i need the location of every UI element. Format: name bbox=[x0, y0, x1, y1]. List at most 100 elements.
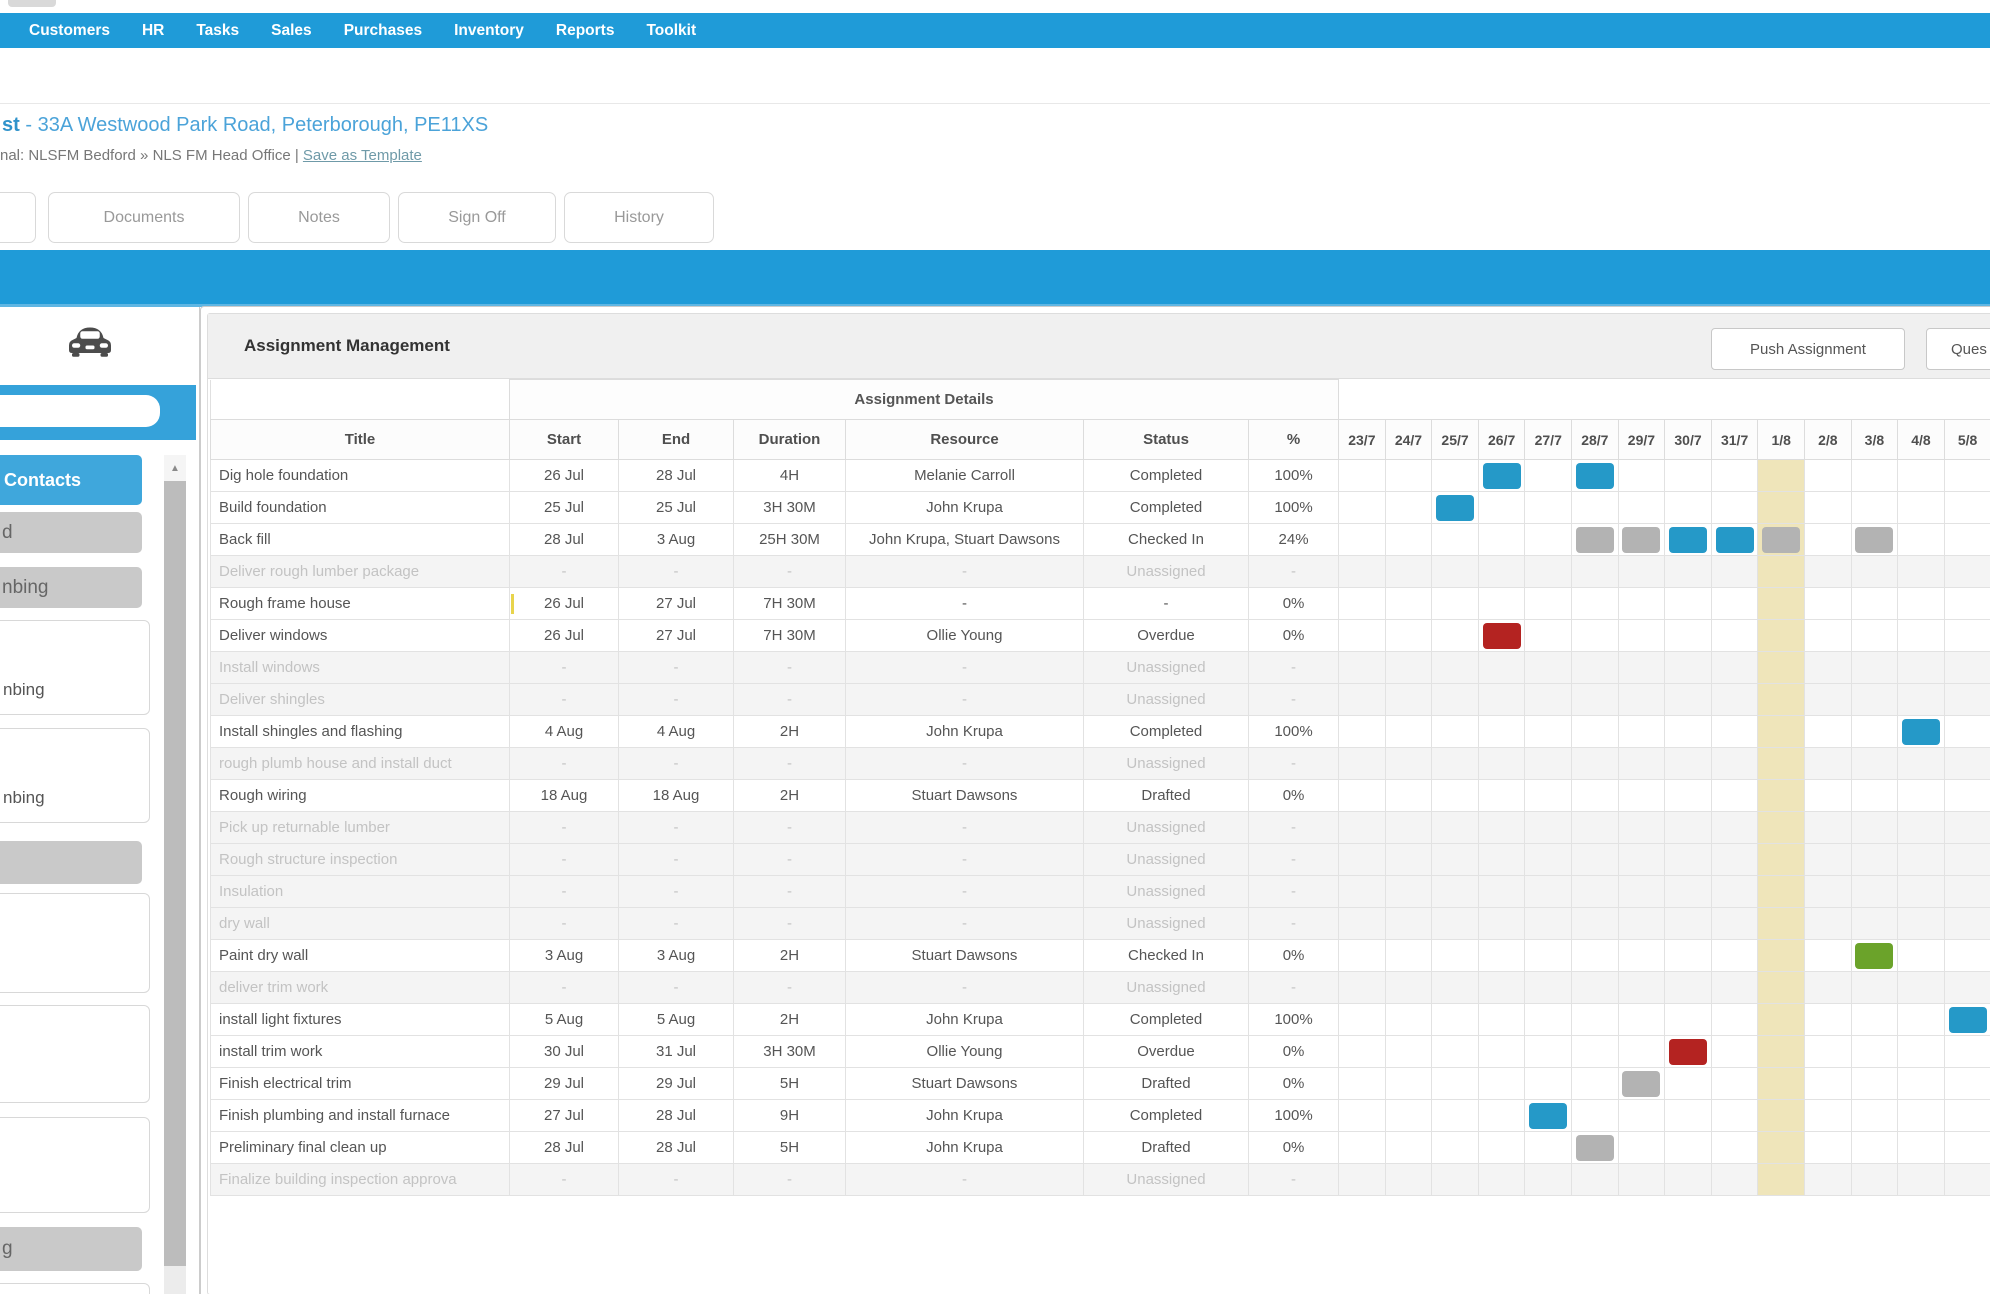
column-header-start: Start bbox=[510, 420, 619, 460]
gantt-bar-blue[interactable] bbox=[1436, 495, 1474, 521]
cell-percent: 100% bbox=[1249, 492, 1339, 524]
cell-status: Unassigned bbox=[1084, 748, 1249, 780]
gantt-bar-blue[interactable] bbox=[1949, 1007, 1987, 1033]
tab-notes[interactable]: Notes bbox=[248, 192, 390, 243]
gantt-cell-1/8 bbox=[1758, 1036, 1805, 1068]
gantt-cell-26/7 bbox=[1478, 1068, 1525, 1100]
assignment-row[interactable]: Finish plumbing and install furnace27 Ju… bbox=[211, 1100, 1990, 1132]
gantt-bar-blue[interactable] bbox=[1576, 463, 1614, 489]
sidebar-item-nbing[interactable]: nbing bbox=[0, 728, 150, 823]
cell-start: 27 Jul bbox=[510, 1100, 619, 1132]
cell-end: 28 Jul bbox=[619, 1100, 734, 1132]
assignment-row[interactable]: Rough structure inspection----Unassigned… bbox=[211, 844, 1990, 876]
assignment-row[interactable]: Build foundation25 Jul25 Jul3H 30MJohn K… bbox=[211, 492, 1990, 524]
assignment-row[interactable]: Pick up returnable lumber----Unassigned- bbox=[211, 812, 1990, 844]
cell-status: Checked In bbox=[1084, 524, 1249, 556]
assignment-row[interactable]: Install shingles and flashing4 Aug4 Aug2… bbox=[211, 716, 1990, 748]
gantt-cell-26/7 bbox=[1478, 940, 1525, 972]
date-column-header: 31/7 bbox=[1711, 420, 1758, 460]
assignment-row[interactable]: Insulation----Unassigned- bbox=[211, 876, 1990, 908]
gantt-cell-24/7 bbox=[1385, 812, 1432, 844]
assignment-row[interactable]: Finalize building inspection approva----… bbox=[211, 1164, 1990, 1196]
push-assignment-button[interactable]: Push Assignment bbox=[1711, 328, 1905, 370]
questions-button[interactable]: Ques bbox=[1926, 328, 1990, 370]
sidebar-item[interactable] bbox=[0, 893, 150, 993]
gantt-cell-30/7 bbox=[1665, 1036, 1712, 1068]
sidebar-item[interactable] bbox=[0, 1283, 150, 1294]
gantt-bar-gray[interactable] bbox=[1762, 527, 1800, 553]
tab-sign-off[interactable]: Sign Off bbox=[398, 192, 556, 243]
scrollbar-up-arrow[interactable]: ▲ bbox=[164, 455, 186, 481]
assignment-row[interactable]: install trim work30 Jul31 Jul3H 30MOllie… bbox=[211, 1036, 1990, 1068]
tab-partial[interactable] bbox=[0, 192, 36, 243]
assignment-row[interactable]: Paint dry wall3 Aug3 Aug2HStuart Dawsons… bbox=[211, 940, 1990, 972]
tab-history[interactable]: History bbox=[564, 192, 714, 243]
gantt-cell-30/7 bbox=[1665, 972, 1712, 1004]
assignment-row[interactable]: Back fill28 Jul3 Aug25H 30MJohn Krupa, S… bbox=[211, 524, 1990, 556]
sidebar-item[interactable] bbox=[0, 841, 142, 884]
gantt-bar-gray[interactable] bbox=[1576, 527, 1614, 553]
sidebar-search-input[interactable] bbox=[0, 395, 160, 427]
sidebar-item-nbing[interactable]: nbing bbox=[0, 620, 150, 715]
sidebar-item[interactable] bbox=[0, 1117, 150, 1213]
assignment-row[interactable]: Install windows----Unassigned- bbox=[211, 652, 1990, 684]
nav-item-toolkit[interactable]: Toolkit bbox=[646, 22, 696, 40]
gantt-bar-gray[interactable] bbox=[1622, 527, 1660, 553]
cell-duration: - bbox=[734, 652, 846, 684]
gantt-cell-2/8 bbox=[1805, 684, 1852, 716]
sidebar-item-Contacts[interactable]: Contacts bbox=[0, 455, 142, 505]
gantt-bar-gray[interactable] bbox=[1855, 527, 1893, 553]
gantt-bar-blue[interactable] bbox=[1716, 527, 1754, 553]
gantt-cell-27/7 bbox=[1525, 908, 1572, 940]
nav-item-hr[interactable]: HR bbox=[142, 22, 164, 40]
sidebar-item-d[interactable]: d bbox=[0, 512, 142, 553]
gantt-bar-red[interactable] bbox=[1669, 1039, 1707, 1065]
gantt-bar-blue[interactable] bbox=[1669, 527, 1707, 553]
sidebar-item-nbing[interactable]: nbing bbox=[0, 567, 142, 608]
cell-percent: - bbox=[1249, 972, 1339, 1004]
cell-start: - bbox=[510, 908, 619, 940]
save-as-template-link[interactable]: Save as Template bbox=[303, 147, 422, 164]
sidebar-item-g[interactable]: g bbox=[0, 1227, 142, 1271]
assignment-row[interactable]: Rough wiring18 Aug18 Aug2HStuart Dawsons… bbox=[211, 780, 1990, 812]
cell-percent: - bbox=[1249, 812, 1339, 844]
assignment-row[interactable]: dry wall----Unassigned- bbox=[211, 908, 1990, 940]
assignment-row[interactable]: deliver trim work----Unassigned- bbox=[211, 972, 1990, 1004]
assignment-row[interactable]: rough plumb house and install duct----Un… bbox=[211, 748, 1990, 780]
nav-item-customers[interactable]: Customers bbox=[29, 22, 110, 40]
gantt-bar-red[interactable] bbox=[1483, 623, 1521, 649]
gantt-cell-28/7 bbox=[1572, 1100, 1619, 1132]
gantt-bar-green[interactable] bbox=[1855, 943, 1893, 969]
gantt-cell-25/7 bbox=[1432, 524, 1479, 556]
scrollbar-thumb[interactable] bbox=[164, 481, 186, 1266]
assignment-row[interactable]: Finish electrical trim29 Jul29 Jul5HStua… bbox=[211, 1068, 1990, 1100]
gantt-bar-blue[interactable] bbox=[1902, 719, 1940, 745]
gantt-bar-blue[interactable] bbox=[1483, 463, 1521, 489]
assignment-row[interactable]: Dig hole foundation26 Jul28 Jul4HMelanie… bbox=[211, 460, 1990, 492]
nav-item-reports[interactable]: Reports bbox=[556, 22, 615, 40]
nav-item-tasks[interactable]: Tasks bbox=[196, 22, 239, 40]
nav-item-inventory[interactable]: Inventory bbox=[454, 22, 524, 40]
tab-documents[interactable]: Documents bbox=[48, 192, 240, 243]
gantt-bar-blue[interactable] bbox=[1529, 1103, 1567, 1129]
gantt-cell-5/8 bbox=[1944, 1068, 1990, 1100]
gantt-cell-24/7 bbox=[1385, 780, 1432, 812]
assignment-row[interactable]: Deliver shingles----Unassigned- bbox=[211, 684, 1990, 716]
assignment-row[interactable]: Deliver windows26 Jul27 Jul7H 30MOllie Y… bbox=[211, 620, 1990, 652]
section-header-band bbox=[0, 250, 1990, 307]
sidebar-item[interactable] bbox=[0, 1005, 150, 1103]
gantt-cell-5/8 bbox=[1944, 780, 1990, 812]
assignment-row[interactable]: Preliminary final clean up28 Jul28 Jul5H… bbox=[211, 1132, 1990, 1164]
nav-item-sales[interactable]: Sales bbox=[271, 22, 312, 40]
nav-item-purchases[interactable]: Purchases bbox=[344, 22, 422, 40]
gantt-bar-gray[interactable] bbox=[1622, 1071, 1660, 1097]
assignment-row[interactable]: Rough frame house26 Jul27 Jul7H 30M--0% bbox=[211, 588, 1990, 620]
cell-end: 31 Jul bbox=[619, 1036, 734, 1068]
gantt-bar-gray[interactable] bbox=[1576, 1135, 1614, 1161]
cell-status: Unassigned bbox=[1084, 652, 1249, 684]
gantt-cell-23/7 bbox=[1339, 556, 1386, 588]
assignment-row[interactable]: Deliver rough lumber package----Unassign… bbox=[211, 556, 1990, 588]
assignment-row[interactable]: install light fixtures5 Aug5 Aug2HJohn K… bbox=[211, 1004, 1990, 1036]
gantt-cell-23/7 bbox=[1339, 492, 1386, 524]
sidebar-item-label: g bbox=[2, 1238, 13, 1260]
